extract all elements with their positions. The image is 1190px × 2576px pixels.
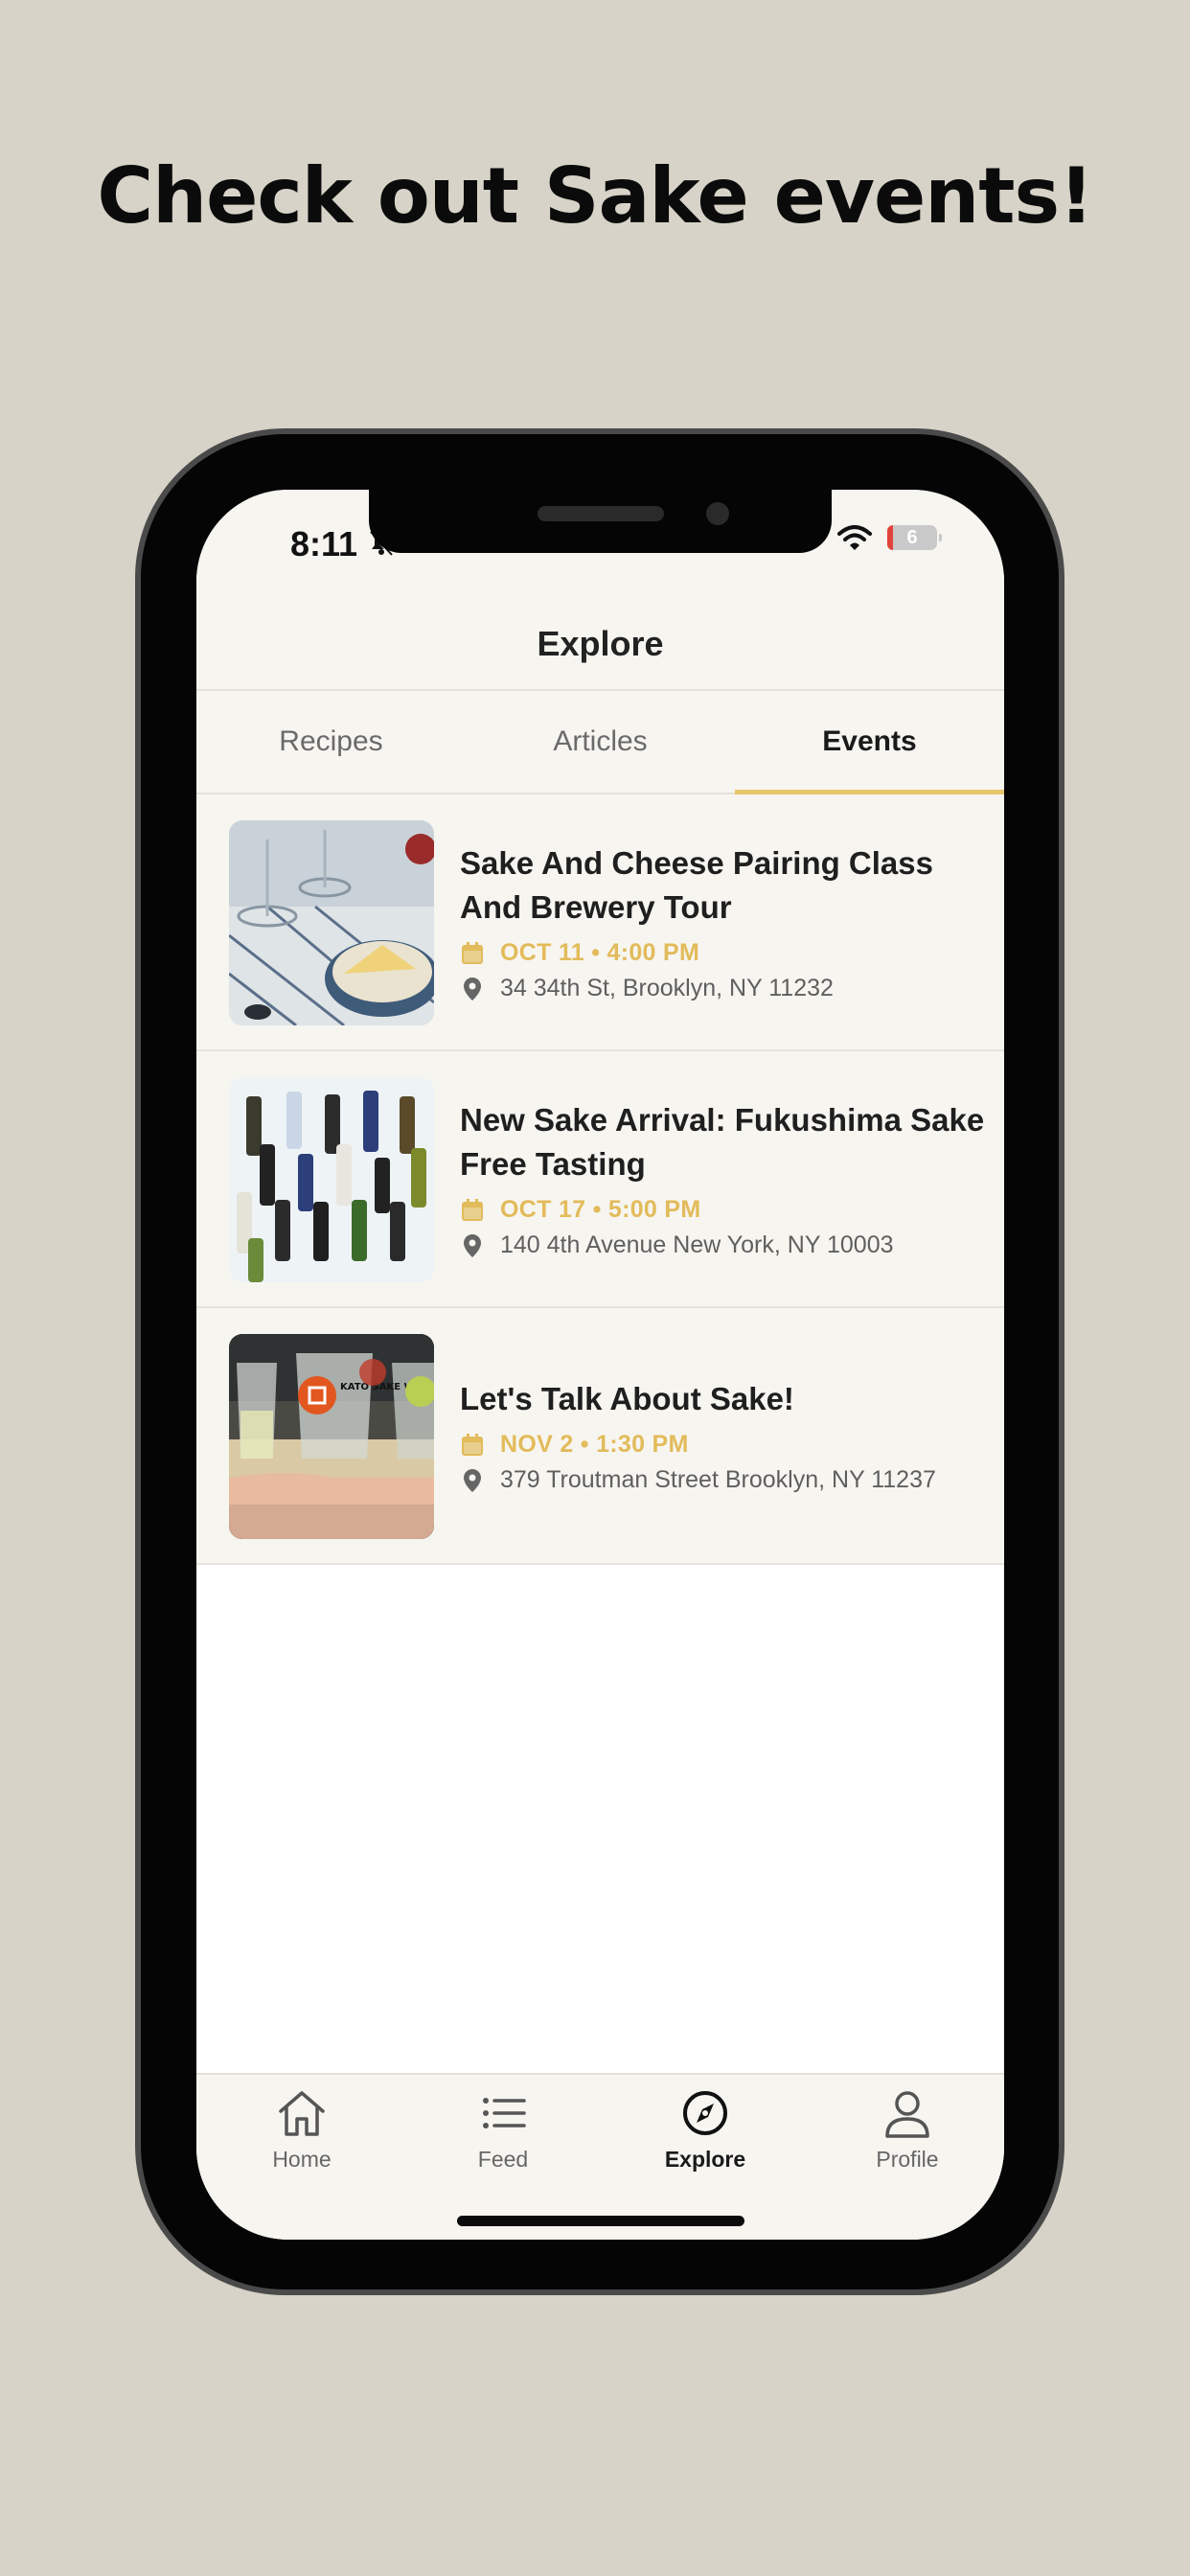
location-pin-icon — [464, 1468, 481, 1492]
tabbar-explore-label: Explore — [664, 2147, 746, 2172]
calendar-icon — [462, 941, 483, 964]
status-time: 8:11 — [290, 524, 358, 564]
event-address: 140 4th Avenue New York, NY 10003 — [460, 1231, 985, 1259]
event-title: Let's Talk About Sake! — [460, 1381, 794, 1416]
person-icon — [885, 2091, 929, 2138]
speaker — [538, 506, 664, 521]
tabbar-feed-label: Feed — [477, 2147, 529, 2172]
tabbar-profile-label: Profile — [876, 2147, 939, 2172]
event-card[interactable]: Sake And Cheese Pairing Class And Brewer… — [196, 794, 1004, 1051]
event-date-text: OCT 17 • 5:00 PM — [500, 1196, 701, 1223]
list-icon — [483, 2098, 526, 2128]
bottom-tab-bar: Home Feed Explore Profile — [196, 2073, 1004, 2240]
event-image — [229, 820, 434, 1025]
event-address-text: 34 34th St, Brooklyn, NY 11232 — [500, 975, 834, 1001]
wifi-icon — [837, 525, 872, 550]
event-image — [229, 1077, 434, 1282]
tabbar-home[interactable]: Home — [225, 2088, 378, 2173]
location-pin-icon — [464, 977, 481, 1000]
notch — [369, 490, 832, 553]
event-date-text: OCT 11 • 4:00 PM — [500, 939, 700, 966]
page-title: Explore — [537, 624, 664, 663]
event-date: NOV 2 • 1:30 PM — [460, 1431, 985, 1459]
location-pin-icon — [464, 1233, 481, 1257]
event-title: New Sake Arrival: Fukushima Sake Free Ta… — [460, 1102, 985, 1182]
tabbar-feed[interactable]: Feed — [426, 2088, 580, 2173]
tab-recipes[interactable]: Recipes — [196, 691, 466, 793]
compass-icon — [683, 2091, 727, 2135]
phone-screen: 8:11 6 Explore Recipes Articles Events S… — [196, 490, 1004, 2240]
calendar-icon — [462, 1198, 483, 1221]
promo-headline: Check out Sake events! — [97, 151, 1093, 241]
tabbar-profile[interactable]: Profile — [831, 2088, 984, 2173]
event-card[interactable]: KATO SAKE WORKS Let's Talk About Sake! N… — [196, 1308, 1004, 1565]
event-image: KATO SAKE WORKS — [229, 1334, 434, 1539]
segment-tabs: Recipes Articles Events — [196, 689, 1004, 794]
tabbar-home-label: Home — [272, 2147, 332, 2172]
tab-articles[interactable]: Articles — [466, 691, 735, 793]
event-title: Sake And Cheese Pairing Class And Brewer… — [460, 845, 933, 925]
battery-level: 6 — [906, 526, 918, 548]
event-date-text: NOV 2 • 1:30 PM — [500, 1431, 689, 1458]
calendar-icon — [462, 1433, 483, 1456]
front-camera — [706, 502, 729, 525]
event-list: Sake And Cheese Pairing Class And Brewer… — [196, 794, 1004, 1565]
tabbar-explore[interactable]: Explore — [629, 2088, 782, 2173]
battery-indicator: 6 — [887, 525, 942, 550]
event-address: 379 Troutman Street Brooklyn, NY 11237 — [460, 1466, 985, 1494]
tab-events[interactable]: Events — [735, 691, 1004, 794]
event-address-text: 140 4th Avenue New York, NY 10003 — [500, 1231, 894, 1258]
header-area: 8:11 6 Explore Recipes Articles Events — [196, 490, 1004, 794]
event-date: OCT 11 • 4:00 PM — [460, 939, 985, 967]
house-icon — [279, 2091, 325, 2136]
event-address-text: 379 Troutman Street Brooklyn, NY 11237 — [500, 1466, 936, 1493]
home-indicator[interactable] — [457, 2216, 744, 2226]
event-date: OCT 17 • 5:00 PM — [460, 1196, 985, 1224]
event-address: 34 34th St, Brooklyn, NY 11232 — [460, 975, 985, 1002]
event-card[interactable]: New Sake Arrival: Fukushima Sake Free Ta… — [196, 1051, 1004, 1308]
